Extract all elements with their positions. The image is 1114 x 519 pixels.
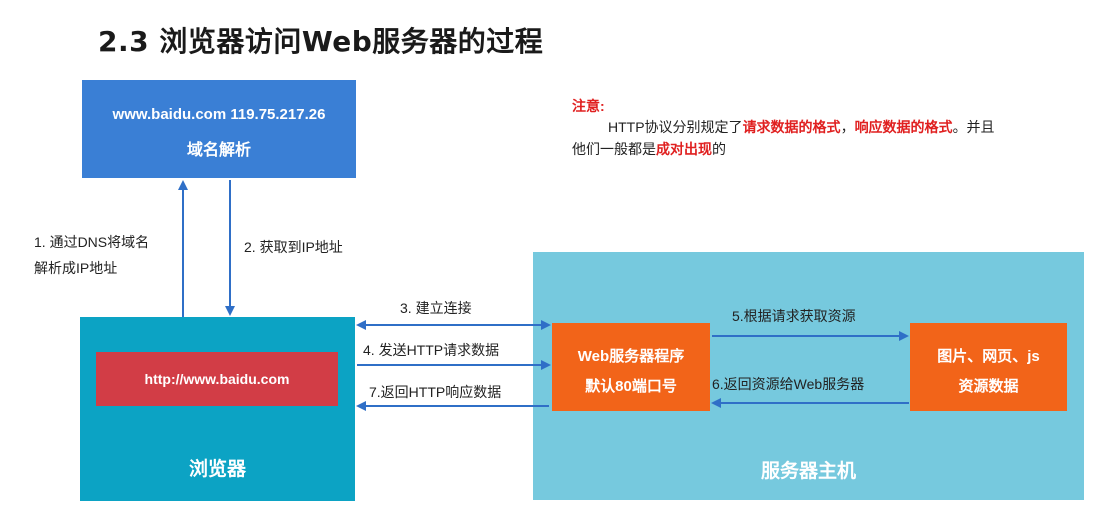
step-1-label-line1: 1. 通过DNS将域名 [34,234,150,250]
step-7-label: 7.返回HTTP响应数据 [369,384,502,400]
flow-arrows [178,180,909,411]
step-5-label: 5.根据请求获取资源 [732,308,856,324]
step-4-label: 4. 发送HTTP请求数据 [363,342,500,358]
step-1-label-line2: 解析成IP地址 [34,260,118,276]
step-2-label: 2. 获取到IP地址 [244,239,343,255]
step-3-label: 3. 建立连接 [400,300,472,316]
step-6-label: 6.返回资源给Web服务器 [712,376,865,392]
